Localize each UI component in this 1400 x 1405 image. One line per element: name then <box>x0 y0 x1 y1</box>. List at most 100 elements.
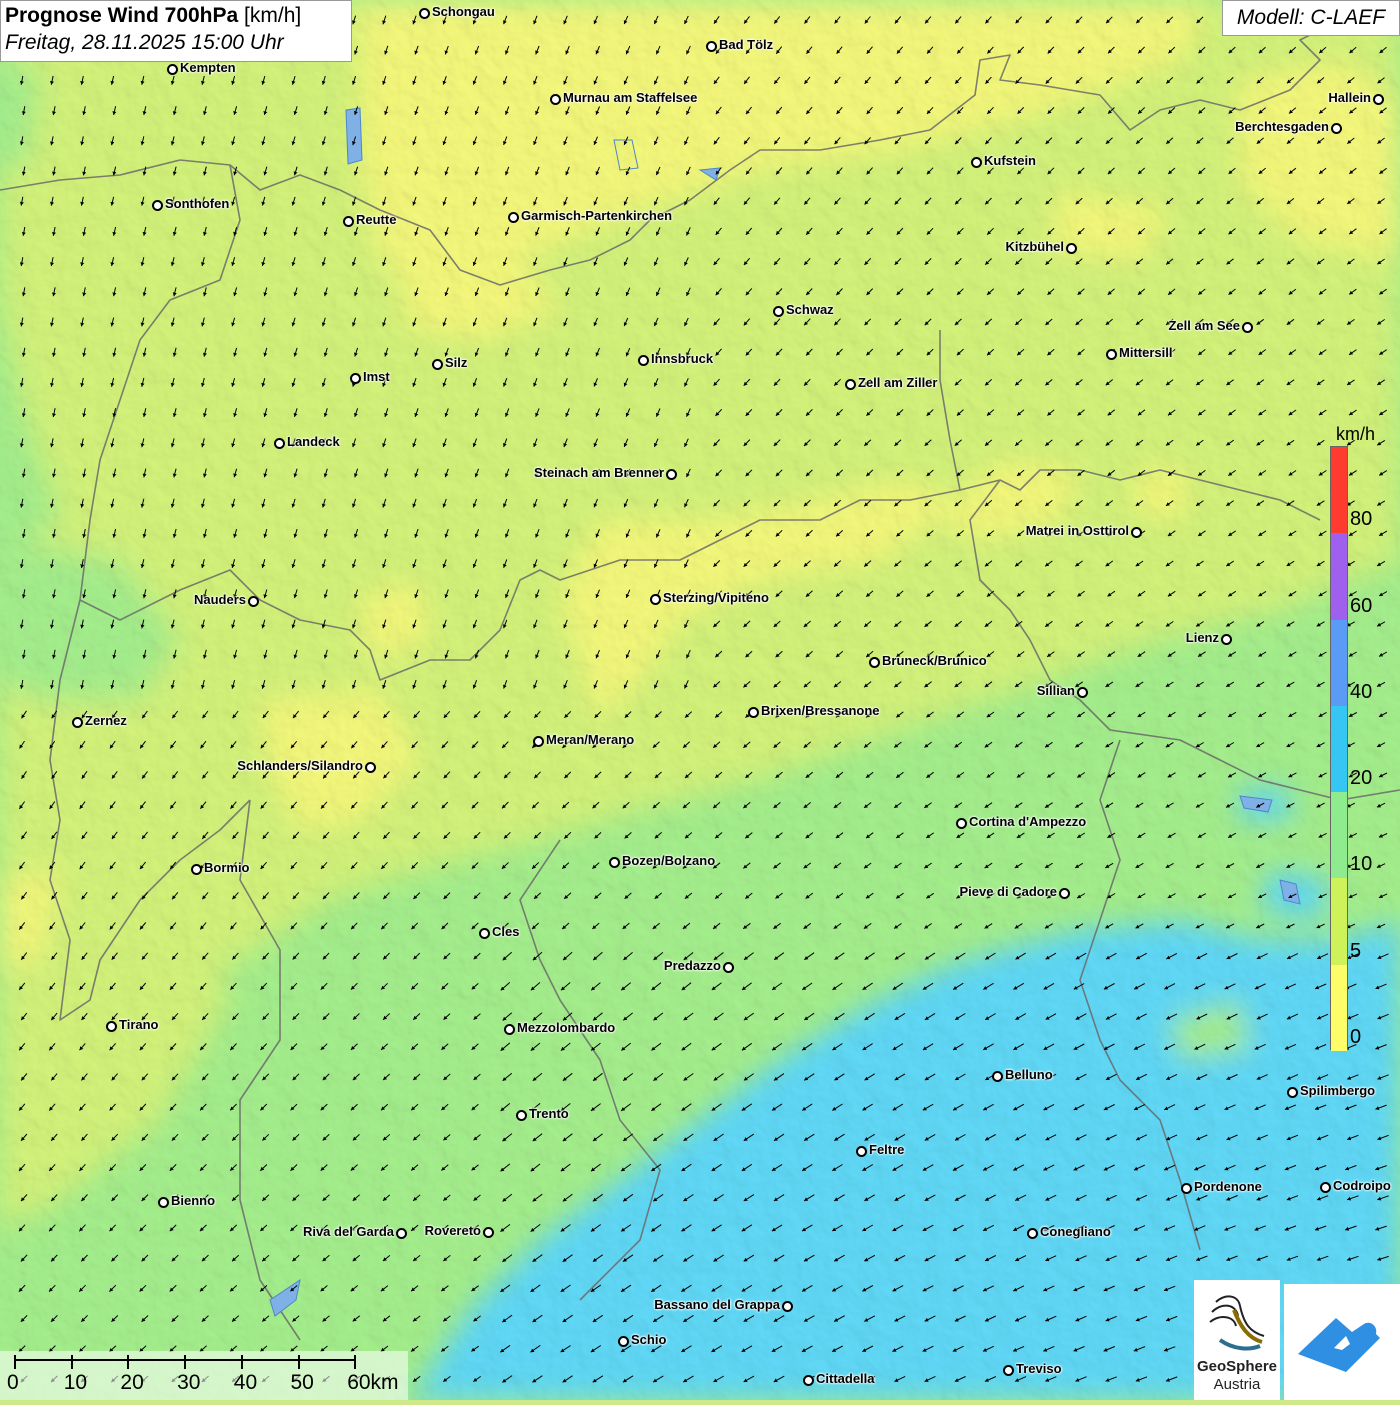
city-marker <box>72 717 83 728</box>
scale-tick <box>14 1355 16 1369</box>
city-marker <box>479 928 490 939</box>
city-label: Mezzolombardo <box>517 1020 616 1035</box>
city-marker <box>396 1228 407 1239</box>
scale-tick <box>240 1355 243 1369</box>
geosphere-emblem-icon <box>1209 1295 1265 1351</box>
city-label: Treviso <box>1016 1361 1062 1376</box>
city-label: Cles <box>492 924 520 939</box>
legend-swatch <box>1331 619 1347 706</box>
legend-tick-label: 80 <box>1350 508 1373 531</box>
city-marker <box>1131 527 1142 538</box>
city-marker <box>1077 687 1088 698</box>
city-marker <box>956 818 967 829</box>
legend-swatch <box>1331 705 1347 793</box>
city-marker <box>609 857 620 868</box>
scale-tick <box>127 1355 130 1369</box>
scale-tick <box>70 1355 73 1369</box>
city-marker <box>106 1021 117 1032</box>
scale-label: 50 <box>290 1371 314 1394</box>
city-label: Hallein <box>1328 90 1371 105</box>
city-marker <box>650 594 661 605</box>
city-label: Cittadella <box>816 1371 875 1386</box>
cloud-arrow-icon <box>1298 1318 1380 1372</box>
legend-tick-label: 5 <box>1350 939 1362 962</box>
city-marker <box>483 1227 494 1238</box>
city-label: Bassano del Grappa <box>654 1297 780 1312</box>
city-marker <box>856 1146 867 1157</box>
legend-tick-label: 60 <box>1350 594 1373 617</box>
city-label: Schwaz <box>786 302 834 317</box>
city-marker <box>748 707 759 718</box>
city-marker <box>1003 1365 1014 1376</box>
city-label: Schio <box>631 1332 667 1347</box>
legend-swatch <box>1331 878 1347 965</box>
city-marker <box>248 596 259 607</box>
city-label: Sonthofen <box>165 196 230 211</box>
city-marker <box>1320 1182 1331 1193</box>
city-label: Kempten <box>180 60 236 75</box>
city-marker <box>706 41 717 52</box>
city-marker <box>638 355 649 366</box>
city-label: Steinach am Brenner <box>533 465 664 480</box>
city-marker <box>803 1375 814 1386</box>
map-title: Prognose Wind 700hPa [km/h] <box>5 4 302 27</box>
city-marker <box>1066 243 1077 254</box>
city-label: Sterzing/Vipiteno <box>663 590 769 605</box>
city-label: Zell am See <box>1168 318 1240 333</box>
city-marker <box>550 94 561 105</box>
city-label: Cortina d'Ampezzo <box>969 814 1087 829</box>
city-label: Zernez <box>85 713 127 728</box>
city-marker <box>152 200 163 211</box>
city-marker <box>167 64 178 75</box>
city-label: Bormio <box>204 860 250 875</box>
city-label: Berchtesgaden <box>1235 119 1329 134</box>
city-marker <box>1373 94 1384 105</box>
city-label: Rovereto <box>424 1223 481 1238</box>
city-marker <box>350 373 361 384</box>
legend-swatch <box>1331 964 1347 1051</box>
city-marker <box>419 8 430 19</box>
city-marker <box>533 736 544 747</box>
city-label: Schlanders/Silandro <box>237 758 363 773</box>
city-label: Matrei in Osttirol <box>1025 523 1129 538</box>
scale-label: 60km <box>347 1371 399 1394</box>
scale-label: 10 <box>63 1371 88 1394</box>
logo-line2: Austria <box>1213 1376 1261 1393</box>
city-label: Conegliano <box>1040 1224 1111 1239</box>
city-label: Bozen/Bolzano <box>622 853 716 868</box>
city-label: Mittersill <box>1119 345 1173 360</box>
scale-tick <box>297 1355 300 1369</box>
city-marker <box>1221 634 1232 645</box>
legend-tick-label: 0 <box>1350 1026 1362 1048</box>
legend-tick-label: 10 <box>1350 853 1373 876</box>
city-label: Codroipo <box>1333 1178 1391 1193</box>
city-marker <box>158 1197 169 1208</box>
city-marker <box>343 216 354 227</box>
city-label: Bad Tölz <box>719 37 774 52</box>
legend-swatch <box>1331 792 1347 879</box>
city-label: Kufstein <box>984 153 1036 168</box>
city-label: Predazzo <box>663 958 721 973</box>
color-legend: km/h 80 60 40 20 10 5 0 <box>1328 420 1400 1060</box>
city-marker <box>845 379 856 390</box>
scale-label: 30 <box>177 1371 201 1394</box>
scale-label: 40 <box>233 1371 258 1394</box>
city-label: Bruneck/Brunico <box>882 653 987 668</box>
scale-label: 0 <box>7 1371 19 1394</box>
city-marker <box>1242 322 1253 333</box>
city-label: Murnau am Staffelsee <box>563 90 698 105</box>
city-marker <box>1027 1228 1038 1239</box>
city-label: Riva del Garda <box>302 1224 394 1239</box>
city-label: Imst <box>363 369 390 384</box>
legend-unit: km/h <box>1336 424 1376 444</box>
city-label: Spilimbergo <box>1300 1083 1376 1098</box>
city-marker <box>191 864 202 875</box>
geosphere-logo: GeoSphere Austria <box>1194 1280 1280 1400</box>
city-label: Tirano <box>119 1017 159 1032</box>
city-marker <box>773 306 784 317</box>
app-logo <box>1284 1284 1400 1400</box>
city-label: Silz <box>445 355 468 370</box>
city-marker <box>782 1301 793 1312</box>
logo-line1: GeoSphere <box>1196 1358 1278 1375</box>
city-marker <box>723 962 734 973</box>
